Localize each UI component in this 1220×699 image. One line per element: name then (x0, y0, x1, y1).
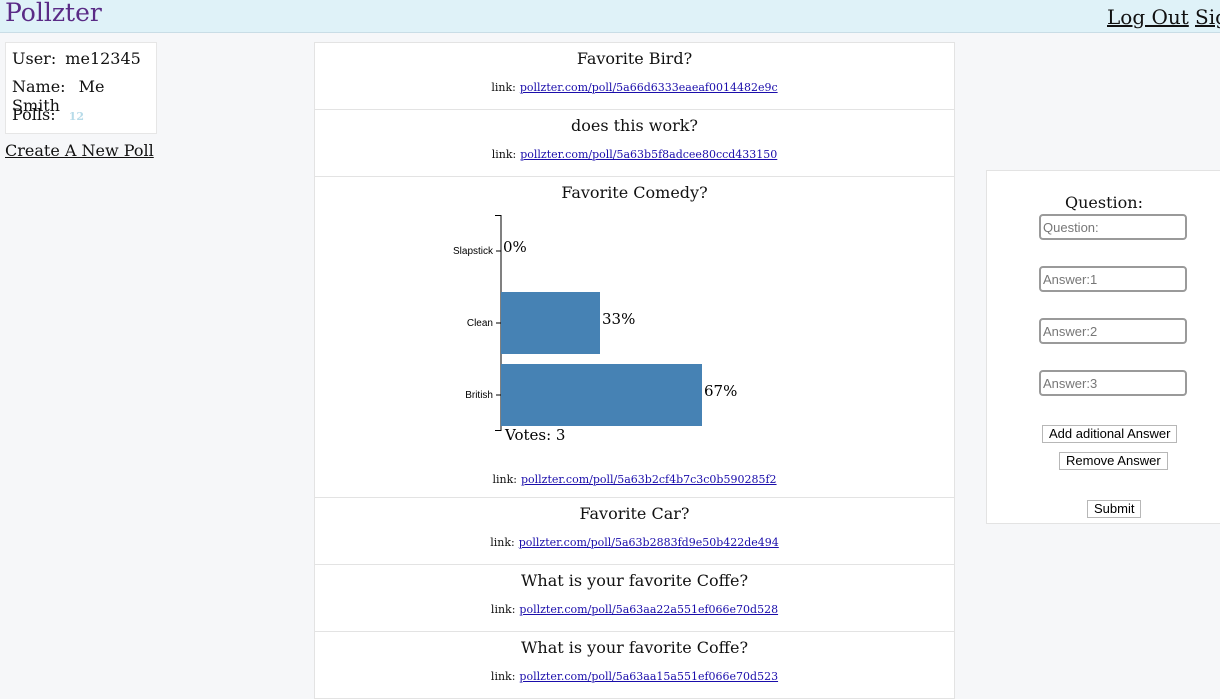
poll-card[interactable]: What is your favorite Coffe? link: pollzt… (314, 565, 955, 632)
poll-link-row: link: pollzter.com/poll/5a66d6333eaeaf001… (315, 81, 954, 94)
create-poll-link[interactable]: Create A New Poll (5, 141, 154, 160)
poll-card-expanded[interactable]: Favorite Comedy? Slapstick 0% Clean 33% Brit… (314, 177, 955, 498)
chart-bar (501, 292, 600, 354)
results-bar-chart: Slapstick 0% Clean 33% British 67% Votes: 3 (453, 215, 737, 444)
logout-link[interactable]: Log Out (1107, 5, 1189, 29)
poll-link[interactable]: pollzter.com/poll/5a63b2883fd9e50b422de4… (519, 536, 779, 549)
polls-count: 12 (68, 110, 84, 123)
bar-value-label: 33% (602, 310, 635, 328)
answer-2-input[interactable] (1039, 318, 1187, 344)
question-input[interactable] (1039, 214, 1187, 240)
poll-card[interactable]: What is your favorite Coffe? link: pollzt… (314, 632, 955, 699)
link-label: link: (490, 536, 515, 549)
link-label: link: (491, 81, 516, 94)
link-label: link: (491, 148, 517, 161)
user-label: User: (12, 49, 57, 68)
question-label: Question: (1065, 193, 1143, 212)
poll-card[interactable]: Favorite Car? link: pollzter.com/poll/5a6… (314, 498, 955, 565)
submit-button[interactable]: Submit (1087, 500, 1142, 518)
answer-3-input[interactable] (1039, 370, 1187, 396)
poll-link-row: link: pollzter.com/poll/5a63b5f8adcee80cc… (315, 148, 954, 161)
poll-title[interactable]: does this work? (315, 110, 954, 140)
brand-logo[interactable]: Pollzter (5, 0, 102, 27)
user-value: me12345 (65, 49, 141, 68)
poll-list: Favorite Bird? link: pollzter.com/poll/5a… (314, 42, 955, 699)
poll-title[interactable]: Favorite Car? (315, 498, 954, 528)
link-label: link: (490, 670, 516, 683)
poll-link-row: link: pollzter.com/poll/5a63b2cf4b7c3c0b5… (315, 473, 954, 486)
poll-link-row: link: pollzter.com/poll/5a63b2883fd9e50b4… (315, 536, 954, 549)
bar-value-label: 67% (704, 382, 737, 400)
poll-link[interactable]: pollzter.com/poll/5a63aa15a551ef066e70d5… (519, 670, 778, 683)
category-label: Clean (467, 318, 493, 329)
answer-1-input[interactable] (1039, 266, 1187, 292)
user-row: User: me12345 (12, 49, 141, 68)
poll-card[interactable]: Favorite Bird? link: pollzter.com/poll/5a… (314, 42, 955, 110)
link-label: link: (490, 603, 516, 616)
category-label: British (465, 390, 493, 401)
category-label: Slapstick (453, 246, 494, 257)
user-info-panel: User: me12345 Name: Me Smith Polls: 12 (5, 42, 157, 134)
poll-link[interactable]: pollzter.com/poll/5a63b2cf4b7c3c0b590285… (521, 473, 777, 486)
poll-title[interactable]: Favorite Bird? (315, 43, 954, 73)
votes-label: Votes: 3 (504, 426, 565, 444)
poll-link-row: link: pollzter.com/poll/5a63aa15a551ef066… (315, 670, 954, 683)
poll-link[interactable]: pollzter.com/poll/5a66d6333eaeaf0014482e… (520, 81, 778, 94)
link-label: link: (492, 473, 517, 486)
name-label: Name: (12, 77, 66, 96)
new-poll-form: Question: Add aditional Answer Remove An… (986, 170, 1220, 524)
poll-card[interactable]: does this work? link: pollzter.com/poll/5… (314, 110, 955, 177)
poll-link-row: link: pollzter.com/poll/5a63aa22a551ef066… (315, 603, 954, 616)
remove-answer-button[interactable]: Remove Answer (1059, 452, 1168, 470)
signin-link[interactable]: Sig (1195, 5, 1220, 29)
bar-value-label: 0% (503, 238, 527, 256)
polls-row: Polls: 12 (12, 105, 84, 124)
poll-link[interactable]: pollzter.com/poll/5a63aa22a551ef066e70d5… (519, 603, 778, 616)
poll-link[interactable]: pollzter.com/poll/5a63b5f8adcee80ccd4331… (520, 148, 777, 161)
top-bar: Pollzter Log Out Sig (0, 0, 1220, 33)
poll-title[interactable]: Favorite Comedy? (315, 177, 954, 207)
chart-bar (501, 364, 702, 426)
poll-title[interactable]: What is your favorite Coffe? (315, 565, 954, 595)
poll-title[interactable]: What is your favorite Coffe? (315, 632, 954, 662)
add-answer-button[interactable]: Add aditional Answer (1042, 425, 1178, 443)
polls-label: Polls: (12, 105, 56, 124)
